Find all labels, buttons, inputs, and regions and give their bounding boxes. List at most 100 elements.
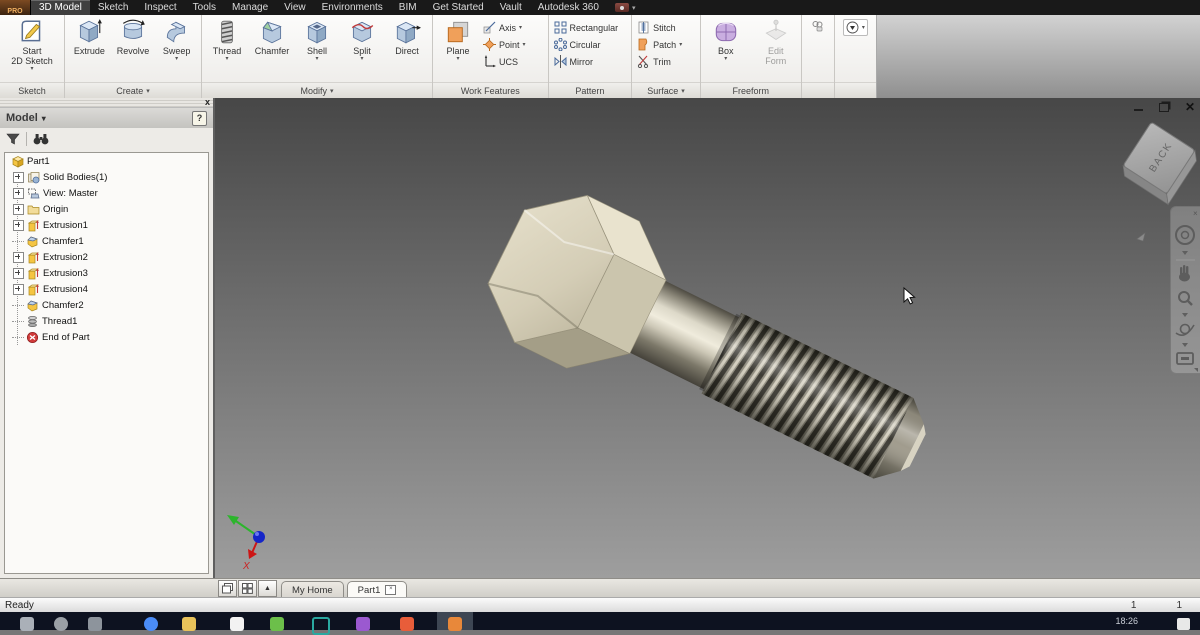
wheel-dropdown-icon[interactable] xyxy=(1182,251,1188,255)
circular-pattern-button[interactable]: Circular xyxy=(552,37,621,52)
panel-caption-freeform[interactable]: Freeform xyxy=(700,82,801,98)
taskbar-home-icon[interactable] xyxy=(230,617,244,631)
tab-sketch[interactable]: Sketch xyxy=(90,0,137,15)
tree-item-part1[interactable]: Part1 xyxy=(5,153,208,169)
tab-view[interactable]: View xyxy=(276,0,314,15)
tile-windows-button[interactable] xyxy=(238,580,257,597)
browser-grab-bar[interactable]: x xyxy=(0,97,213,108)
point-button[interactable]: Point ▾ xyxy=(481,37,528,52)
tree-item-extrusion1[interactable]: Extrusion1 xyxy=(5,217,208,233)
taskbar-red-app-icon[interactable] xyxy=(400,617,414,631)
mirror-button[interactable]: Mirror xyxy=(552,54,621,69)
taskbar-browser-icon[interactable] xyxy=(144,617,158,631)
convert-freeform-button[interactable] xyxy=(809,19,826,34)
look-at-icon[interactable] xyxy=(1176,352,1194,365)
tab-autodesk-360[interactable]: Autodesk 360 xyxy=(530,0,607,15)
tree-item-extrusion4[interactable]: Extrusion4 xyxy=(5,281,208,297)
patch-button[interactable]: Patch ▾ xyxy=(635,37,684,52)
tree-item-chamfer1[interactable]: Chamfer1 xyxy=(5,233,208,249)
app-logo[interactable]: PRO xyxy=(0,0,31,15)
revolve-button[interactable]: Revolve xyxy=(112,17,155,56)
tab-environments[interactable]: Environments xyxy=(314,0,391,15)
pan-hand-icon[interactable] xyxy=(1179,265,1190,282)
taskbar-excel-icon[interactable] xyxy=(270,617,284,631)
help-icon[interactable]: ? xyxy=(192,110,207,126)
taskbar-tray-icon[interactable] xyxy=(1177,618,1190,630)
search-binoculars-icon[interactable] xyxy=(33,132,49,146)
orbit-icon[interactable] xyxy=(1175,323,1195,336)
tab-close-icon[interactable]: × xyxy=(385,585,397,595)
tab-part1[interactable]: Part1 × xyxy=(346,581,408,598)
edit-form-button[interactable]: Edit Form xyxy=(754,17,798,66)
tab-3d-model[interactable]: 3D Model xyxy=(31,0,90,15)
tree-item-chamfer2[interactable]: Chamfer2 xyxy=(5,297,208,313)
tree-item-end-of-part[interactable]: End of Part xyxy=(5,329,208,345)
tree-item-thread1[interactable]: Thread1 xyxy=(5,313,208,329)
expand-plus-icon[interactable] xyxy=(13,219,24,231)
taskbar-purple-app-icon[interactable] xyxy=(356,617,370,631)
tree-item-origin[interactable]: Origin xyxy=(5,201,208,217)
taskbar-start-icon[interactable] xyxy=(20,617,34,631)
start-2d-sketch-button[interactable]: Start 2D Sketch ▾ xyxy=(3,17,61,72)
tab-vault[interactable]: Vault xyxy=(492,0,530,15)
cascade-windows-button[interactable] xyxy=(218,580,237,597)
rectangular-pattern-button[interactable]: Rectangular xyxy=(552,20,621,35)
browser-header[interactable]: Model ▾ ? xyxy=(0,108,213,128)
zoom-icon[interactable] xyxy=(1178,291,1193,306)
taskbar-clock[interactable]: 18:26 xyxy=(1115,616,1138,626)
axis-button[interactable]: Axis ▾ xyxy=(481,20,528,35)
tab-get-started[interactable]: Get Started xyxy=(425,0,492,15)
tree-item-extrusion3[interactable]: Extrusion3 xyxy=(5,265,208,281)
sweep-button[interactable]: Sweep ▾ xyxy=(155,17,198,62)
expand-plus-icon[interactable] xyxy=(13,171,24,183)
tab-bim[interactable]: BIM xyxy=(391,0,425,15)
bolt-model[interactable] xyxy=(470,173,954,523)
panel-caption-create[interactable]: Create ▾ xyxy=(65,82,201,98)
tree-item-solid-bodies[interactable]: Solid Bodies(1) xyxy=(5,169,208,185)
close-icon[interactable]: ✕ xyxy=(1185,101,1195,113)
tab-manage[interactable]: Manage xyxy=(224,0,276,15)
trim-button[interactable]: Trim xyxy=(635,54,684,69)
extrude-button[interactable]: Extrude xyxy=(68,17,111,56)
tab-tools[interactable]: Tools xyxy=(185,0,224,15)
tree-item-extrusion2[interactable]: Extrusion2 xyxy=(5,249,208,265)
taskbar-task-view-icon[interactable] xyxy=(88,617,102,631)
chamfer-button[interactable]: Chamfer xyxy=(250,17,294,56)
taskbar-teal-app-icon[interactable] xyxy=(312,617,330,635)
expand-plus-icon[interactable] xyxy=(13,267,24,279)
split-button[interactable]: Split ▾ xyxy=(340,17,384,62)
tab-scroll-up-button[interactable]: ▲ xyxy=(258,580,277,597)
stitch-button[interactable]: Stitch xyxy=(635,20,684,35)
panel-caption-sketch[interactable]: Sketch xyxy=(0,82,64,98)
navbar-close-icon[interactable]: × xyxy=(1193,209,1198,218)
taskbar-search-icon[interactable] xyxy=(54,617,68,631)
tab-inspect[interactable]: Inspect xyxy=(136,0,184,15)
plane-button[interactable]: Plane ▾ xyxy=(436,17,480,62)
ucs-button[interactable]: UCS xyxy=(481,54,528,69)
filter-icon[interactable] xyxy=(6,132,20,146)
browser-close-icon[interactable]: x xyxy=(205,97,210,107)
screen-record-button[interactable]: ▾ xyxy=(607,0,644,15)
panel-caption-surface[interactable]: Surface ▾ xyxy=(632,82,700,98)
panel-caption-modify[interactable]: Modify ▾ xyxy=(202,82,432,98)
zoom-dropdown-icon[interactable] xyxy=(1182,313,1188,317)
expand-plus-icon[interactable] xyxy=(13,251,24,263)
viewcube-home-arrow-icon[interactable] xyxy=(1136,232,1146,242)
thread-button[interactable]: Thread ▾ xyxy=(205,17,249,62)
tree-item-view-master[interactable]: View: Master xyxy=(5,185,208,201)
expand-plus-icon[interactable] xyxy=(13,187,24,199)
minimize-icon[interactable] xyxy=(1133,109,1143,111)
tab-my-home[interactable]: My Home xyxy=(281,581,344,598)
view-cube[interactable]: BACK xyxy=(1119,122,1200,206)
taskbar-explorer-icon[interactable] xyxy=(182,617,196,631)
navbar-corner-dropdown-icon[interactable] xyxy=(1194,368,1198,372)
expand-plus-icon[interactable] xyxy=(13,203,24,215)
panel-caption-pattern[interactable]: Pattern xyxy=(548,82,632,98)
direct-button[interactable]: Direct xyxy=(385,17,429,56)
taskbar-inventor-icon[interactable] xyxy=(448,617,462,631)
expand-plus-icon[interactable] xyxy=(13,283,24,295)
orbit-dropdown-icon[interactable] xyxy=(1182,343,1188,347)
navigation-wheel-icon[interactable] xyxy=(1175,225,1195,245)
shell-button[interactable]: Shell ▾ xyxy=(295,17,339,62)
freeform-box-button[interactable]: Box ▾ xyxy=(704,17,748,62)
